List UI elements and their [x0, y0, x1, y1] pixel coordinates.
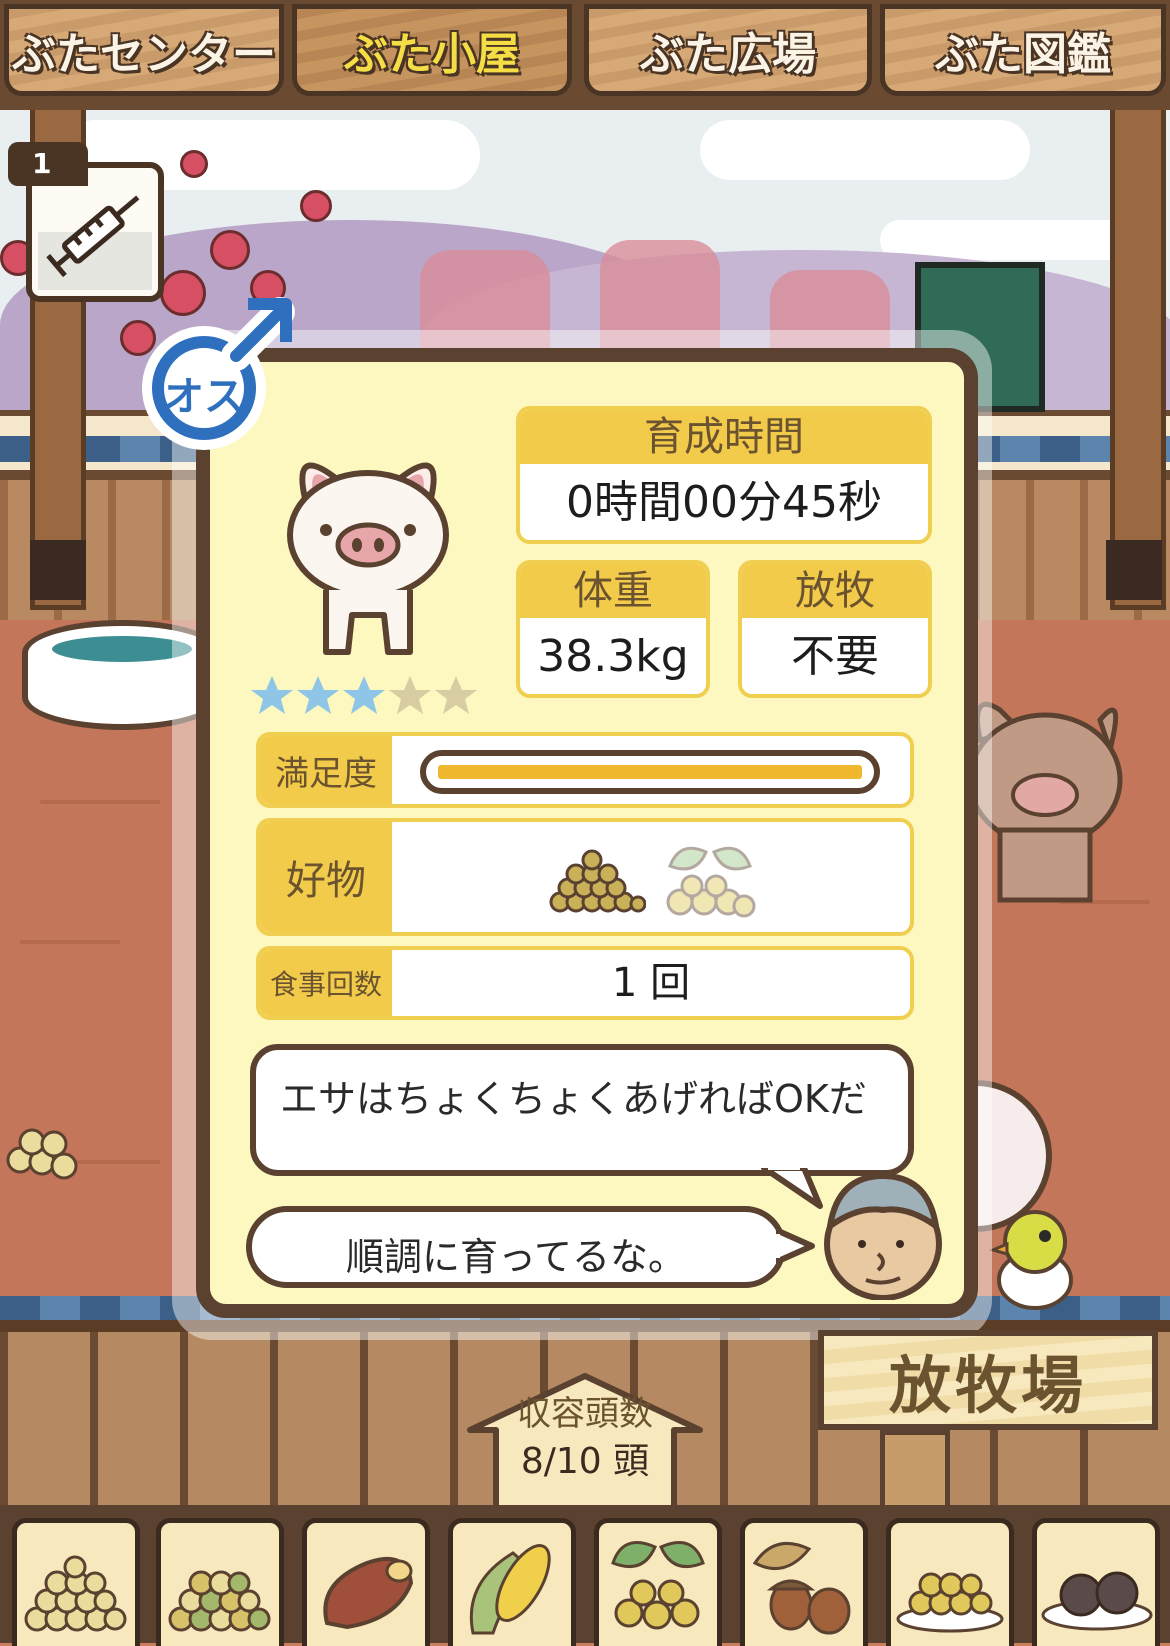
food-slot-soybeans[interactable]: [12, 1518, 140, 1646]
gender-label: オス: [164, 374, 244, 420]
mixed-beans-icon: [168, 1570, 271, 1632]
corn-icon: [469, 1544, 551, 1635]
grazing-field-button[interactable]: 放牧場: [818, 1330, 1158, 1430]
status-text: 順調に育ってるな。: [345, 1235, 687, 1279]
food-slot-acorn[interactable]: [740, 1518, 868, 1646]
rarity-stars: [250, 672, 490, 718]
food-slot-mixed-beans-leaf[interactable]: [594, 1518, 722, 1646]
feed-pile: [6, 1128, 78, 1180]
blossom: [210, 230, 250, 270]
blossom: [180, 150, 208, 178]
satisfaction-bar-fill: [438, 765, 862, 779]
capacity-value: 8/10 頭: [520, 1441, 650, 1482]
ground-line: [40, 800, 160, 804]
tab-pig-center[interactable]: ぶたセンター: [4, 4, 284, 96]
water-surface: [52, 636, 192, 662]
food-slot-corn[interactable]: [448, 1518, 576, 1646]
speech-tail: [776, 1227, 815, 1265]
star-filled-icon: [343, 676, 385, 714]
meal-count-value: 1 回: [611, 960, 691, 1006]
farmer-avatar: [824, 1173, 942, 1300]
tab-pig-pen[interactable]: ぶた小屋: [292, 4, 572, 96]
pillar-base: [30, 540, 86, 600]
grazing-value: 不要: [791, 631, 879, 682]
food-slot-mixed-beans[interactable]: [156, 1518, 284, 1646]
item-count-badge: 1: [8, 142, 88, 186]
syringe-icon: [38, 195, 152, 290]
blossom: [300, 190, 332, 222]
sweet-potato-icon: [323, 1557, 414, 1630]
acorn-icon: [752, 1541, 851, 1635]
top-tab-bar: ぶたセンター ぶた小屋 ぶた広場 ぶた図鑑: [0, 0, 1170, 110]
wooden-pillar: [1110, 100, 1166, 610]
weight-box: 体重 38.3kg: [516, 560, 710, 698]
grazing-label: 放牧: [742, 564, 928, 618]
soybeans-icon: [549, 849, 646, 913]
favorite-food-row: 好物: [256, 818, 914, 936]
star-filled-icon: [297, 676, 339, 714]
mixed-beans-leaf-icon: [611, 1541, 705, 1630]
star-filled-icon: [251, 676, 293, 714]
pillar-base: [1106, 540, 1162, 600]
capacity-label: 収容頭数: [517, 1394, 653, 1434]
favorite-food-label: 好物: [260, 822, 392, 932]
weight-label: 体重: [520, 564, 706, 618]
male-badge: オス: [136, 290, 306, 460]
star-empty-icon: [435, 676, 477, 714]
satisfaction-label: 満足度: [260, 736, 392, 804]
growth-time-value: 0時間00分45秒: [566, 477, 882, 528]
grazing-box: 放牧 不要: [738, 560, 932, 698]
status-speech-bubble: 順調に育ってるな。: [246, 1206, 786, 1288]
growth-time-label: 育成時間: [520, 410, 928, 464]
soybeans-icon: [24, 1555, 127, 1632]
food-slot-sweet-potato[interactable]: [302, 1518, 430, 1646]
advice-speech-bubble: エサはちょくちょくあげればOKだ: [250, 1044, 914, 1176]
tab-pig-encyclopedia[interactable]: ぶた図鑑: [880, 4, 1166, 96]
meal-count-row: 食事回数 1 回: [256, 946, 914, 1020]
pig-portrait: [287, 462, 449, 655]
dumplings-icon: [1041, 1571, 1153, 1631]
tab-pig-plaza[interactable]: ぶた広場: [584, 4, 872, 96]
yellow-bird: [988, 1210, 1073, 1310]
cloud: [700, 120, 1030, 180]
beans-plate-icon: [896, 1572, 1004, 1633]
food-slot-dumplings[interactable]: [1032, 1518, 1160, 1646]
meal-count-label: 食事回数: [260, 950, 392, 1016]
star-empty-icon: [389, 676, 431, 714]
weight-value: 38.3kg: [537, 631, 689, 682]
food-slot-beans-plate[interactable]: [886, 1518, 1014, 1646]
satisfaction-row: 満足度: [256, 732, 914, 808]
growth-time-box: 育成時間 0時間00分45秒: [516, 406, 932, 544]
advice-text: エサはちょくちょくあげればOKだ: [280, 1077, 867, 1121]
mixed-beans-icon: [666, 846, 756, 918]
ground-line: [20, 940, 120, 944]
satisfaction-bar: [420, 750, 880, 794]
